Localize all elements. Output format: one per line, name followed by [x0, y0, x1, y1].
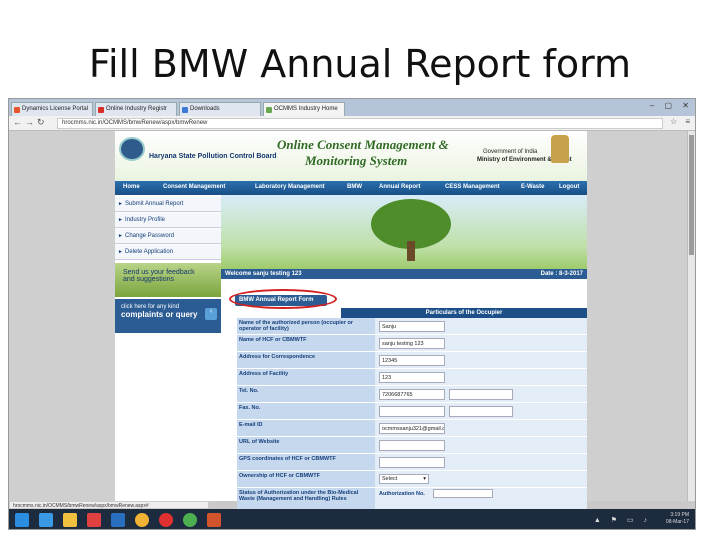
menu-consent[interactable]: Consent Management — [163, 184, 225, 190]
authorization-no-label: Authorization No. — [379, 491, 425, 497]
menu-laboratory[interactable]: Laboratory Management — [255, 184, 325, 190]
authorized-person-input[interactable]: Sanju — [379, 321, 445, 332]
arrow-icon: ► — [118, 233, 123, 239]
form-row-tel: Tel. No. 7206687765 — [237, 386, 587, 403]
current-date: Date : 8-3-2017 — [540, 271, 583, 277]
tray-icons[interactable]: ▲ ⚑ ▭ ♪ — [594, 516, 651, 524]
menu-logout[interactable]: Logout — [559, 184, 579, 190]
form-row-email: E-mail IDocmmssanju321@gmail.com — [237, 420, 587, 437]
sidebar: ► Submit Annual Report ► Industry Profile … — [115, 195, 221, 501]
website-input[interactable] — [379, 440, 445, 451]
arrow-button-icon[interactable]: ‹ — [205, 308, 217, 320]
star-icon[interactable]: ☆ ≡ — [670, 117, 693, 126]
tel-input[interactable]: 7206687765 — [379, 389, 445, 400]
chrome2-icon[interactable] — [183, 513, 197, 527]
national-emblem-icon — [551, 135, 569, 163]
complaint-banner[interactable]: click here for any kind complaints or que… — [115, 299, 221, 333]
sidebar-item-profile[interactable]: ► Industry Profile — [115, 213, 221, 228]
browser-tab-3[interactable]: Downloads — [179, 102, 261, 116]
form-row-gps: GPS coordinates of HCF or CBMWTF — [237, 454, 587, 471]
form-row-authorized-person: Name of the authorized person (occupier … — [237, 318, 587, 335]
menu-home[interactable]: Home — [123, 184, 140, 190]
status-bar: hrocmms.nic.in/OCMMS/bmwRenew/aspx/bmwRe… — [9, 501, 209, 509]
email-input[interactable]: ocmmssanju321@gmail.com — [379, 423, 445, 434]
url-input[interactable]: hrocmms.nic.in/OCMMS/bmwRenew/aspx/bmwRe… — [57, 118, 663, 129]
site-header: Haryana State Pollution Control Board On… — [115, 131, 587, 181]
sidebar-item-delete[interactable]: ► Delete Application — [115, 245, 221, 260]
arrow-icon: ► — [118, 201, 123, 207]
arrow-icon: ► — [118, 217, 123, 223]
form-row-fax: Fax. No. — [237, 403, 587, 420]
ownership-select[interactable]: Select ▾ — [379, 474, 429, 484]
form-row-hcf-name: Name of HCF or CBMWTF sanju testing 123 — [237, 335, 587, 352]
powerpoint-icon[interactable] — [207, 513, 221, 527]
main-menu: Home Consent Management Laboratory Manag… — [115, 181, 587, 195]
form-row-correspondence: Address for Correspondence 12345 — [237, 352, 587, 369]
media-icon[interactable] — [87, 513, 101, 527]
authorization-no-input[interactable] — [433, 489, 493, 498]
sidebar-item-password[interactable]: ► Change Password — [115, 229, 221, 244]
correspondence-input[interactable]: 12345 — [379, 355, 445, 366]
opera-icon[interactable] — [159, 513, 173, 527]
tab-favicon-icon — [266, 107, 272, 113]
browser-tab-2[interactable]: Online Industry Registr — [95, 102, 177, 116]
forward-icon[interactable]: → — [25, 117, 34, 127]
feedback-banner[interactable]: Send us your feedback and suggestions — [115, 263, 221, 297]
taskbar: ▲ ⚑ ▭ ♪ 3:19 PM 08-Mar-17 — [9, 509, 695, 529]
nature-banner — [221, 195, 587, 269]
form-row-facility: Address of Facility 123 — [237, 369, 587, 386]
tree-trunk — [407, 241, 415, 261]
ocmms-site: Haryana State Pollution Control Board On… — [115, 131, 587, 514]
back-icon[interactable]: ← — [13, 117, 22, 127]
reload-icon[interactable]: ↻ — [37, 117, 45, 128]
site-title-1: Online Consent Management & — [277, 137, 449, 152]
browser-tab-4[interactable]: OCMMS Industry Home — [263, 102, 345, 116]
fax-input[interactable] — [379, 406, 445, 417]
form-row-website: URL of Website — [237, 437, 587, 454]
page-scrollbar[interactable] — [687, 131, 695, 501]
menu-annual-report[interactable]: Annual Report — [379, 184, 420, 190]
outlook-icon[interactable] — [111, 513, 125, 527]
download-icon — [182, 107, 188, 113]
form-heading: Particulars of the Occupier — [341, 308, 587, 318]
page-viewport: Haryana State Pollution Control Board On… — [9, 131, 695, 514]
board-name: Haryana State Pollution Control Board — [149, 153, 277, 160]
form-row-ownership: Ownership of HCF or CBMWTF Select ▾ — [237, 471, 587, 488]
scrollbar-thumb[interactable] — [689, 135, 694, 255]
site-title-2: Monitoring System — [305, 153, 408, 168]
explorer-icon[interactable] — [63, 513, 77, 527]
facility-input[interactable]: 123 — [379, 372, 445, 383]
tab-bar: Dynamics License Portal Online Industry … — [9, 99, 695, 116]
browser-screenshot: Dynamics License Portal Online Industry … — [8, 98, 696, 530]
menu-bmw[interactable]: BMW — [347, 184, 362, 190]
browser-tab-1[interactable]: Dynamics License Portal — [11, 102, 93, 116]
board-logo-icon — [119, 137, 145, 161]
clock[interactable]: 3:19 PM 08-Mar-17 — [666, 512, 689, 526]
gps-input[interactable] — [379, 457, 445, 468]
menu-cess[interactable]: CESS Management — [445, 184, 500, 190]
address-bar: ← → ↻ hrocmms.nic.in/OCMMS/bmwRenew/aspx… — [9, 116, 695, 131]
arrow-icon: ► — [118, 249, 123, 255]
dropdown-icon: ▾ — [423, 476, 426, 482]
window-controls[interactable]: – ▢ ✕ — [650, 101, 693, 110]
windows-icon[interactable] — [15, 513, 29, 527]
ie-icon[interactable] — [39, 513, 53, 527]
highlight-circle — [229, 289, 337, 309]
tab-favicon-icon — [14, 107, 20, 113]
fax-input-2[interactable] — [449, 406, 513, 417]
slide-title: Fill BMW Annual Report form — [88, 42, 632, 86]
gov-line-1: Government of India — [483, 149, 538, 155]
gmail-icon — [98, 107, 104, 113]
welcome-bar: Welcome sanju testing 123 Date : 8-3-2017 — [221, 269, 587, 279]
hcf-name-input[interactable]: sanju testing 123 — [379, 338, 445, 349]
chrome-icon[interactable] — [135, 513, 149, 527]
menu-ewaste[interactable]: E-Waste — [521, 184, 544, 190]
sidebar-item-submit[interactable]: ► Submit Annual Report — [115, 197, 221, 212]
tel-input-2[interactable] — [449, 389, 513, 400]
